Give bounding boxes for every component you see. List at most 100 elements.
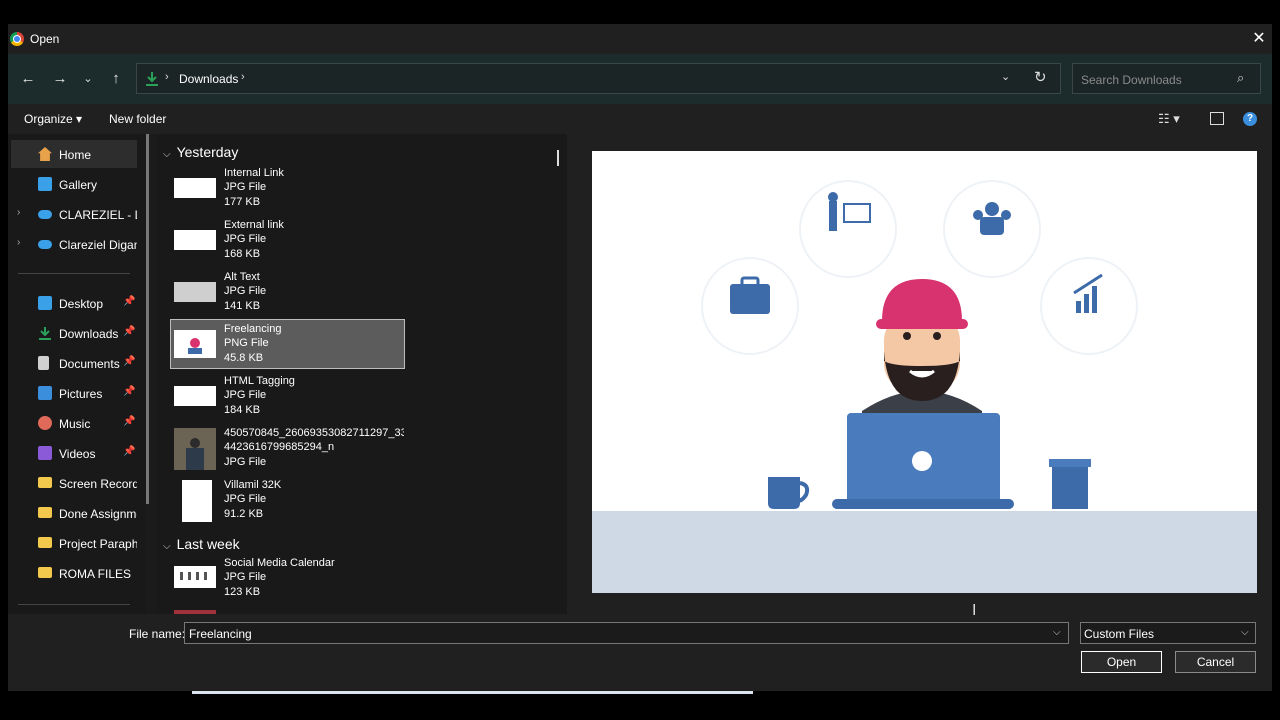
folder-icon (38, 537, 52, 548)
file-item-html-tagging[interactable]: HTML Tagging JPG File 184 KB (171, 372, 404, 420)
chevron-down-icon[interactable]: ⌵ (1241, 627, 1249, 638)
sidebar-item-label: Desktop (59, 297, 104, 311)
file-size: 45.8 KB (224, 352, 264, 364)
group-header-yesterday[interactable]: ⌵ Yesterday (163, 144, 238, 160)
group-header-last-week[interactable]: ⌵ Last week (163, 536, 240, 552)
thumb-calendar-dots (180, 572, 210, 580)
organize-button[interactable]: Organize ▾ (24, 112, 82, 126)
sidebar-item-label: ROMA FILES (59, 567, 132, 581)
sidebar-item-screen-recordings[interactable]: Screen Recordin (11, 469, 137, 497)
file-item-photo-450570845[interactable]: 450570845_260693530827112​97_331 4423616… (171, 424, 404, 472)
pictures-icon (38, 386, 52, 400)
file-size: 177 KB (224, 196, 261, 208)
gallery-icon (38, 177, 52, 191)
expand-chevron-icon[interactable]: › (17, 207, 20, 218)
sidebar-item-project-paraphe[interactable]: Project Paraphe (11, 529, 137, 557)
file-type-value: Custom Files (1084, 627, 1155, 641)
sidebar-item-documents[interactable]: Documents 📌 (11, 349, 137, 377)
file-list-scrollbar[interactable] (557, 150, 559, 166)
videos-icon (38, 446, 52, 460)
navigation-bar: ← → ⌄ ↑ › Downloads › ⌄ ↻ ⌕ (8, 54, 1272, 104)
home-icon (38, 147, 52, 161)
sidebar-item-label: Screen Recordin (59, 477, 137, 491)
file-item-external-link[interactable]: External link JPG File 168 KB (171, 216, 404, 264)
forward-arrow-icon[interactable]: → (50, 69, 70, 89)
file-item-villamil-32k[interactable]: Villamil 32K JPG File 91.2 KB (171, 476, 404, 524)
sidebar-item-label: Pictures (59, 387, 103, 401)
sidebar-item-label: Project Paraphe (59, 537, 137, 551)
pin-icon[interactable]: 📌 (123, 416, 135, 427)
address-history-chevron-icon[interactable]: ⌄ (1001, 70, 1010, 83)
sidebar-divider (18, 273, 130, 274)
cancel-button[interactable]: Cancel (1175, 651, 1256, 673)
sidebar-item-done-assignments[interactable]: Done Assignme (11, 499, 137, 527)
pin-icon[interactable]: 📌 (123, 446, 135, 457)
file-name: Internal Link (224, 167, 284, 179)
file-thumbnail (174, 428, 216, 470)
file-item-alt-text[interactable]: Alt Text JPG File 141 KB (171, 268, 404, 316)
file-name: 450570845_260693530827112​97_331 (224, 427, 404, 439)
sidebar-item-gallery[interactable]: Gallery (11, 170, 137, 198)
file-list: ⌵ Yesterday Internal Link JPG File 177 KB… (157, 134, 567, 614)
file-thumbnail (182, 480, 212, 522)
cloud-icon (38, 210, 52, 219)
pin-icon[interactable]: 📌 (123, 296, 135, 307)
change-view-icon[interactable]: ☷ ▾ (1158, 111, 1180, 127)
chevron-down-icon[interactable]: ⌵ (1053, 627, 1061, 638)
sidebar-item-desktop[interactable]: Desktop 📌 (11, 289, 137, 317)
sidebar-item-music[interactable]: Music 📌 (11, 409, 137, 437)
close-icon[interactable]: ✕ (1250, 30, 1268, 48)
sidebar-item-home[interactable]: Home (11, 140, 137, 168)
sidebar-item-label: CLAREZIEL - Lyc (59, 208, 137, 222)
folder-icon (38, 567, 52, 578)
folder-icon (38, 507, 52, 518)
search-box[interactable]: ⌕ (1072, 63, 1261, 94)
sidebar-item-onedrive-lyc[interactable]: › CLAREZIEL - Lyc (11, 200, 137, 228)
recent-locations-chevron-icon[interactable]: ⌄ (78, 69, 98, 89)
file-type: JPG File (224, 285, 267, 297)
up-arrow-icon[interactable]: ↑ (106, 69, 126, 89)
sidebar-item-roma-files[interactable]: ROMA FILES (11, 559, 137, 587)
download-icon (146, 72, 158, 86)
address-bar[interactable]: › Downloads › ⌄ ↻ (136, 63, 1061, 94)
refresh-icon[interactable]: ↻ (1034, 68, 1047, 86)
sidebar-item-videos[interactable]: Videos 📌 (11, 439, 137, 467)
file-item-internal-link[interactable]: Internal Link JPG File 177 KB (171, 164, 404, 212)
sidebar-item-pictures[interactable]: Pictures 📌 (11, 379, 137, 407)
help-icon[interactable]: ? (1243, 112, 1257, 126)
file-name: Villamil 32K (224, 479, 282, 491)
file-type: JPG File (224, 181, 267, 193)
text-cursor-icon: I (972, 602, 977, 619)
sidebar-item-downloads[interactable]: Downloads 📌 (11, 319, 137, 347)
back-arrow-icon[interactable]: ← (18, 69, 38, 89)
new-folder-button[interactable]: New folder (109, 112, 166, 126)
pin-icon[interactable]: 📌 (123, 356, 135, 367)
collapse-chevron-icon[interactable]: ⌵ (163, 149, 171, 160)
file-name-input[interactable]: Freelancing ⌵ (184, 622, 1069, 644)
group-label: Yesterday (176, 144, 239, 160)
pin-icon[interactable]: 📌 (123, 386, 135, 397)
file-size: 141 KB (224, 300, 261, 312)
documents-icon (38, 356, 49, 370)
sidebar-item-onedrive-digam[interactable]: › Clareziel Digam (11, 230, 137, 258)
breadcrumb-separator-icon[interactable]: › (241, 71, 245, 83)
file-type: JPG File (224, 493, 267, 505)
sidebar-scrollbar-thumb[interactable] (146, 134, 149, 504)
file-item-social-media-calendar[interactable]: Social Media Calendar JPG File 123 KB (171, 554, 404, 602)
preview-pane-icon[interactable] (1210, 112, 1224, 125)
file-name: HTML Tagging (224, 375, 295, 387)
download-icon (39, 327, 51, 340)
collapse-chevron-icon[interactable]: ⌵ (163, 541, 171, 552)
expand-chevron-icon[interactable]: › (17, 237, 20, 248)
preview-pane (567, 134, 1272, 614)
pin-icon[interactable]: 📌 (123, 326, 135, 337)
breadcrumb-downloads[interactable]: Downloads (179, 72, 238, 86)
file-type: JPG File (224, 233, 267, 245)
file-name: Freelancing (224, 323, 282, 335)
file-type-select[interactable]: Custom Files ⌵ (1080, 622, 1256, 644)
search-input[interactable] (1079, 70, 1233, 90)
open-button[interactable]: Open (1081, 651, 1162, 673)
thumb-person (190, 438, 200, 448)
background-window-edge (192, 691, 753, 694)
file-item-freelancing-selected[interactable]: Freelancing PNG File 45.8 KB (170, 319, 405, 369)
